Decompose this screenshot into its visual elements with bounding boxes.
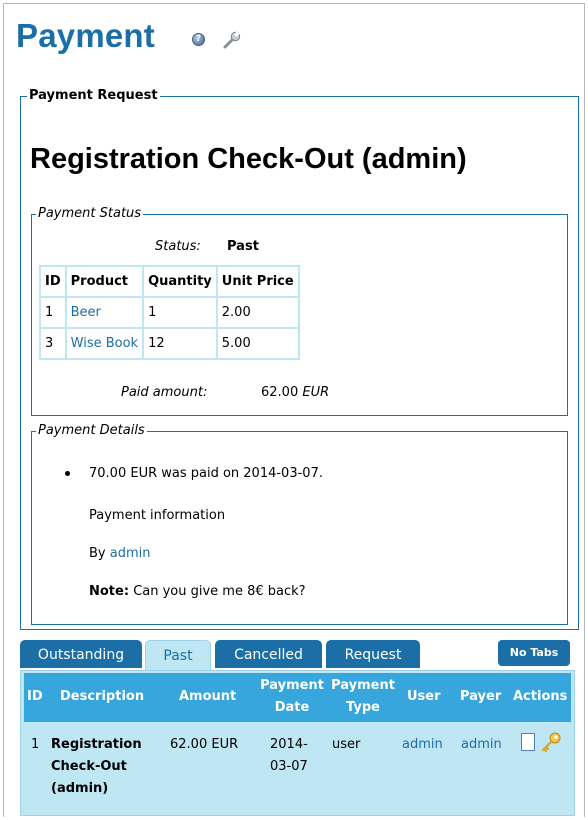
table-row: 1 Beer 1 2.00 <box>39 296 300 329</box>
grid-col-payment-type-line1: Payment <box>331 678 395 693</box>
table-row: 3 Wise Book 12 5.00 <box>39 327 300 360</box>
payments-grid: ID Description Amount Payment Date Paymen… <box>20 670 575 816</box>
product-link[interactable]: Beer <box>71 305 101 320</box>
note-label: Note: <box>89 584 130 599</box>
grid-col-amount[interactable]: Amount <box>179 686 236 708</box>
paid-amount-value: 62.00 EUR <box>261 385 329 400</box>
tab-past[interactable]: Past <box>145 640 211 671</box>
paid-amount-label: Paid amount: <box>121 385 208 400</box>
grid-col-payment-date-line2: Date <box>274 700 310 715</box>
bullet-dot <box>65 471 70 476</box>
grid-cell-amount: 62.00 EUR <box>170 737 239 752</box>
cell-id: 1 <box>39 296 67 329</box>
grid-cell-user-link[interactable]: admin <box>402 734 443 756</box>
grid-col-user[interactable]: User <box>407 686 441 708</box>
cell-quantity: 1 <box>142 296 218 329</box>
tab-request[interactable]: Request <box>326 640 420 668</box>
help-icon[interactable]: ? <box>192 33 205 46</box>
grid-col-payer[interactable]: Payer <box>460 686 501 708</box>
page-title: Payment <box>16 17 155 54</box>
grid-col-actions: Actions <box>513 689 568 704</box>
product-link[interactable]: Wise Book <box>71 336 138 351</box>
document-icon[interactable] <box>521 733 535 751</box>
grid-col-payment-type[interactable]: Payment Type <box>328 675 398 719</box>
cell-unit-price: 5.00 <box>215 327 300 360</box>
registration-title: Registration Check-Out (admin) <box>30 143 467 175</box>
payment-details-legend: Payment Details <box>36 423 147 439</box>
grid-date-line1: 2014- <box>270 737 308 752</box>
grid-cell-description: Registration Check-Out (admin) <box>51 734 142 800</box>
tab-cancelled[interactable]: Cancelled <box>215 640 322 668</box>
payment-status-box: Payment Status Status: Past ID Product Q… <box>31 206 568 416</box>
tab-outstanding[interactable]: Outstanding <box>20 640 142 668</box>
grid-description-line2: Check-Out <box>51 759 127 774</box>
grid-col-payment-date-line1: Payment <box>260 678 324 693</box>
payment-status-legend: Payment Status <box>36 206 144 222</box>
by-prefix: By <box>89 546 106 561</box>
cell-product: Wise Book <box>64 327 145 360</box>
col-unit-price: Unit Price <box>215 265 300 298</box>
paid-amount-number: 62.00 <box>261 385 299 400</box>
payment-request-legend: Payment Request <box>27 88 160 104</box>
cell-id: 3 <box>39 327 67 360</box>
payment-note: Note: Can you give me 8€ back? <box>89 584 306 599</box>
note-text: Can you give me 8€ back? <box>133 584 306 599</box>
grid-col-payment-type-line2: Type <box>346 700 380 715</box>
grid-description-line3: (admin) <box>51 781 109 796</box>
items-table: ID Product Quantity Unit Price 1 Beer 1 … <box>39 265 300 360</box>
grid-description-line1: Registration <box>51 737 142 752</box>
status-label: Status: <box>155 239 201 254</box>
cell-unit-price: 2.00 <box>215 296 300 329</box>
tabs-bar: Outstanding Past Cancelled Request No Ta… <box>20 640 574 671</box>
key-icon[interactable] <box>540 731 562 753</box>
col-id: ID <box>39 265 67 298</box>
grid-cell-id: 1 <box>31 737 40 752</box>
grid-header: ID Description Amount Payment Date Paymen… <box>24 673 571 722</box>
paid-amount-currency: EUR <box>302 385 330 400</box>
status-value: Past <box>227 239 259 254</box>
col-quantity: Quantity <box>142 265 218 298</box>
by-user-link[interactable]: admin <box>110 546 151 561</box>
grid-col-description[interactable]: Description <box>60 686 144 708</box>
wrench-icon[interactable] <box>222 30 242 50</box>
grid-col-id[interactable]: ID <box>27 686 43 708</box>
grid-cell-type: user <box>332 737 361 752</box>
grid-cell-date: 2014- 03-07 <box>270 734 308 778</box>
payment-by: By admin <box>89 546 151 561</box>
grid-col-payment-date[interactable]: Payment Date <box>257 675 327 719</box>
cell-quantity: 12 <box>142 327 218 360</box>
no-tabs-button[interactable]: No Tabs <box>498 640 570 666</box>
grid-date-line2: 03-07 <box>270 759 308 774</box>
cell-product: Beer <box>64 296 145 329</box>
col-product: Product <box>64 265 145 298</box>
payment-details-box: Payment Details 70.00 EUR was paid on 20… <box>31 423 568 625</box>
payment-information-label: Payment information <box>89 508 226 523</box>
items-header-row: ID Product Quantity Unit Price <box>39 265 300 298</box>
paid-note: 70.00 EUR was paid on 2014-03-07. <box>89 466 323 481</box>
grid-cell-payer-link[interactable]: admin <box>461 734 502 756</box>
payment-request-box: Payment Request Registration Check-Out (… <box>20 88 579 630</box>
